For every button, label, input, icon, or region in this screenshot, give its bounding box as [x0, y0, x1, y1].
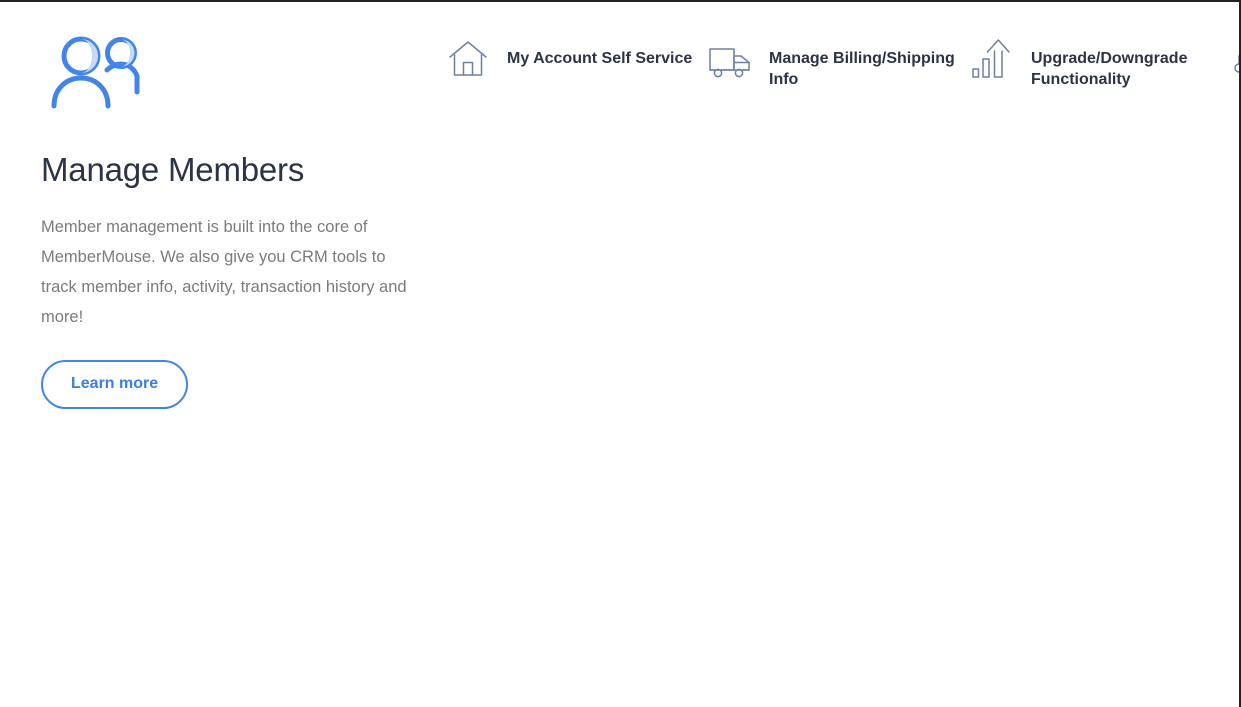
learn-more-button[interactable]: Learn more — [41, 360, 189, 409]
house-icon — [441, 32, 495, 86]
bar-chart-up-arrow-icon — [965, 32, 1019, 86]
feature-item-manage-billing-shipping-info[interactable]: Manage Billing/Shipping Info — [703, 32, 965, 128]
org-chart-icon — [1227, 32, 1239, 86]
feature-label: Manage Billing/Shipping Info — [769, 50, 955, 88]
intro-description: Member management is built into the core… — [41, 218, 407, 326]
feature-grid: My Account Self Service Manage Billing/S… — [441, 32, 1239, 128]
page-root: Manage Members Member management is buil… — [0, 0, 1241, 707]
feature-label: My Account Self Service — [507, 50, 693, 67]
feature-item-employee-accounts[interactable]: Employee Accounts — [1227, 32, 1239, 128]
feature-item-my-account-self-service[interactable]: My Account Self Service — [441, 32, 703, 128]
feature-label: Upgrade/Downgrade Functionality — [1031, 50, 1188, 88]
feature-item-upgrade-downgrade-functionality[interactable]: Upgrade/Downgrade Functionality — [965, 32, 1227, 128]
two-people-icon — [41, 34, 416, 110]
delivery-truck-icon — [703, 32, 757, 86]
intro-panel: Manage Members Member management is buil… — [41, 34, 416, 409]
page-title: Manage Members — [41, 151, 305, 188]
